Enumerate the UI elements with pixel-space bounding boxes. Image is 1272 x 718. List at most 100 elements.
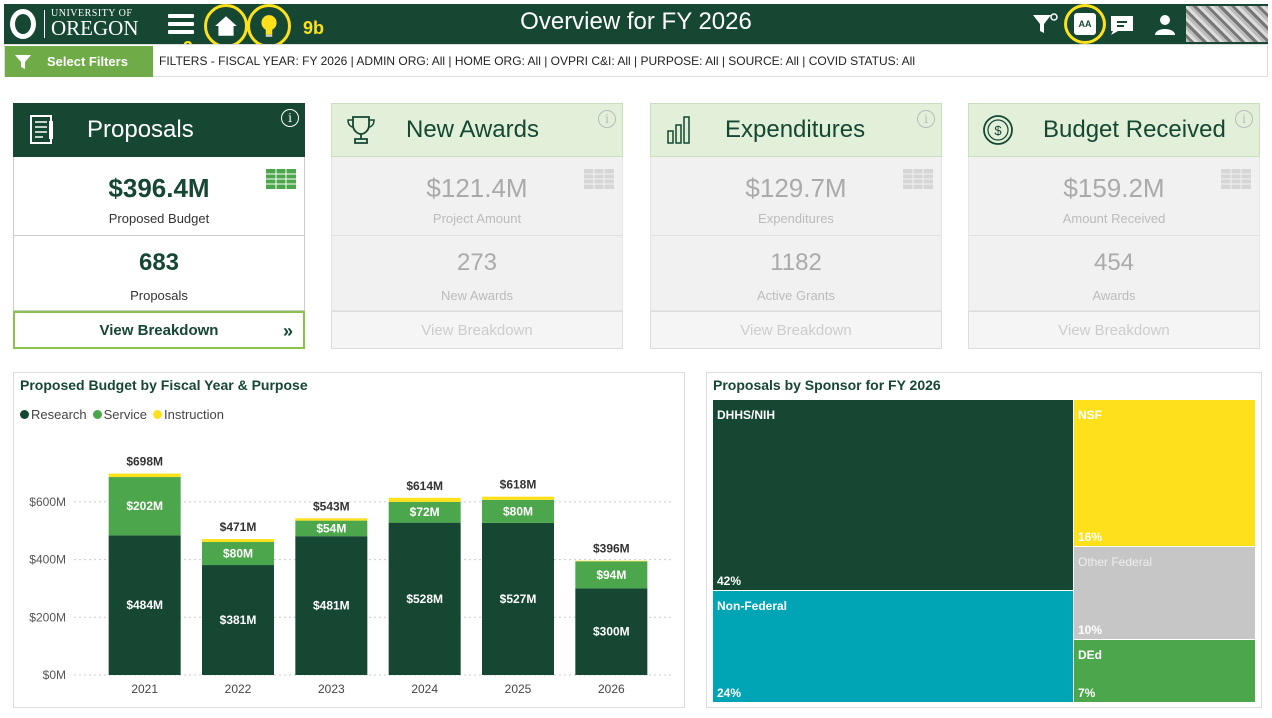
info-icon[interactable]: i	[1235, 110, 1253, 128]
card-header[interactable]: Proposals i	[13, 103, 305, 157]
chart-title: Proposed Budget by Fiscal Year & Purpose	[20, 377, 308, 393]
text-size-icon[interactable]: AA	[1064, 4, 1106, 44]
user-icon[interactable]	[1154, 14, 1176, 36]
bar-data-label: $481M	[313, 599, 350, 613]
legend-item-instruction[interactable]: Instruction	[153, 407, 224, 422]
primary-metric-label: Project Amount	[432, 211, 522, 226]
treemap-cell-nsf[interactable]: NSF 16%	[1074, 400, 1255, 546]
dollar-coin-icon: $	[983, 115, 1013, 145]
x-tick-label: 2022	[225, 682, 252, 696]
treemap-label: NSF	[1078, 408, 1102, 422]
info-icon[interactable]: i	[598, 110, 616, 128]
card-body: $129.7M Expenditures 1182 Active Grants	[650, 157, 942, 311]
card-body: $396.4M Proposed Budget 683 Proposals	[13, 157, 305, 311]
legend-dot	[20, 410, 29, 419]
view-breakdown-label: View Breakdown	[740, 321, 852, 339]
treemap-cell-other-federal[interactable]: Other Federal 10%	[1074, 547, 1255, 639]
treemap-cell-non-federal[interactable]: Non-Federal 24%	[713, 591, 1073, 702]
bar-total-label: $618M	[500, 478, 537, 492]
treemap-pct: 7%	[1078, 686, 1096, 700]
view-breakdown-button[interactable]: View Breakdown	[650, 311, 942, 349]
primary-metric: $121.4M	[426, 173, 528, 203]
legend-label: Instruction	[164, 407, 224, 422]
legend-item-research[interactable]: Research	[20, 407, 87, 422]
expenditures-card[interactable]: Expenditures i $129.7M Expenditures 1182…	[650, 103, 942, 349]
view-breakdown-button[interactable]: View Breakdown	[968, 311, 1260, 349]
bar-segment-instruction[interactable]	[295, 518, 368, 521]
document-icon	[30, 115, 53, 144]
bar-data-label: $80M	[503, 504, 533, 518]
bar-segment-instruction[interactable]	[202, 539, 274, 542]
treemap-label: DHHS/NIH	[717, 408, 776, 422]
annotation-9b: 9b	[303, 18, 325, 38]
view-breakdown-label: View Breakdown	[1058, 321, 1170, 339]
new-awards-card[interactable]: New Awards i $121.4M Project Amount 273 …	[331, 103, 623, 349]
card-title: Expenditures	[725, 116, 866, 143]
bar-total-label: $543M	[313, 499, 350, 513]
chart-title: Proposals by Sponsor for FY 2026	[713, 377, 941, 393]
divider	[969, 235, 1259, 236]
view-breakdown-button[interactable]: View Breakdown	[331, 311, 623, 349]
legend-label: Research	[31, 407, 87, 422]
info-icon[interactable]: i	[281, 109, 299, 127]
chevron-right-icon: »	[282, 321, 293, 341]
bar-segment-instruction[interactable]	[482, 496, 554, 500]
secondary-metric: 1182	[770, 249, 822, 276]
treemap-pct: 42%	[717, 574, 742, 588]
bar-data-label: $94M	[596, 568, 626, 582]
chart-legend: Research Service Instruction	[20, 407, 224, 422]
feedback-icon[interactable]	[1108, 13, 1136, 35]
bar-data-label: $80M	[223, 547, 253, 561]
treemap-pct: 16%	[1078, 530, 1103, 544]
card-header[interactable]: $ Budget Received i	[968, 103, 1260, 157]
x-tick-label: 2021	[131, 682, 158, 696]
secondary-metric: 454	[1093, 249, 1135, 276]
bar-data-label: $484M	[126, 598, 163, 612]
clear-filter-icon[interactable]	[1032, 12, 1058, 36]
budget-received-card[interactable]: $ Budget Received i $159.2M Amount Recei…	[968, 103, 1260, 349]
bar-segment-instruction[interactable]	[108, 473, 181, 478]
treemap-label: Non-Federal	[717, 599, 788, 613]
primary-metric-label: Expenditures	[758, 211, 834, 226]
view-breakdown-button[interactable]: View Breakdown »	[13, 311, 305, 349]
proposals-card[interactable]: Proposals i $396.4M Proposed Budget 683 …	[13, 103, 305, 349]
treemap-pct: 24%	[717, 686, 742, 700]
treemap-cell-dhhs-nih[interactable]: DHHS/NIH 42%	[713, 400, 1073, 590]
bar-data-label: $381M	[220, 613, 257, 627]
bar-data-label: $72M	[410, 505, 440, 519]
card-body: $121.4M Project Amount 273 New Awards	[331, 157, 623, 311]
legend-label: Service	[103, 407, 147, 422]
secondary-metric: 273	[456, 249, 498, 276]
bar-data-label: $54M	[316, 521, 346, 535]
divider	[14, 235, 304, 236]
legend-item-service[interactable]: Service	[92, 407, 147, 422]
secondary-metric-label: Proposals	[130, 288, 188, 303]
treemap-label: DEd	[1078, 648, 1102, 662]
view-breakdown-label: View Breakdown	[421, 321, 533, 339]
bar-total-label: $471M	[220, 520, 257, 534]
treemap-cell-ded[interactable]: DEd 7%	[1074, 640, 1255, 702]
x-tick-label: 2026	[598, 682, 625, 696]
bar-segment-instruction[interactable]	[575, 560, 648, 562]
secondary-metric-label: Awards	[1092, 288, 1136, 303]
treemap-pct: 10%	[1078, 623, 1103, 637]
active-filters-text: FILTERS - FISCAL YEAR: FY 2026 | ADMIN O…	[159, 54, 915, 68]
avatar[interactable]	[1186, 6, 1268, 42]
trophy-icon	[347, 116, 375, 144]
filter-bar: Select Filters FILTERS - FISCAL YEAR: FY…	[4, 44, 1268, 77]
info-icon[interactable]: i	[917, 110, 935, 128]
bar-data-label: $527M	[500, 592, 537, 606]
card-title: Budget Received	[1043, 116, 1226, 143]
select-filters-button[interactable]: Select Filters	[5, 46, 153, 77]
bar-data-label: $528M	[406, 592, 443, 606]
bar-segment-instruction[interactable]	[388, 497, 461, 502]
y-tick-label: $400M	[29, 553, 66, 567]
card-header[interactable]: New Awards i	[331, 103, 623, 157]
divider	[332, 235, 622, 236]
bar-chart-icon	[667, 116, 690, 144]
card-title: Proposals	[87, 116, 194, 143]
card-header[interactable]: Expenditures i	[650, 103, 942, 157]
svg-text:$: $	[994, 123, 1002, 138]
treemap-label: Other Federal	[1078, 555, 1153, 569]
bar-chart: $0M $200M $400M $600M $484M $202M $698M 2021 $38…	[29, 455, 674, 696]
